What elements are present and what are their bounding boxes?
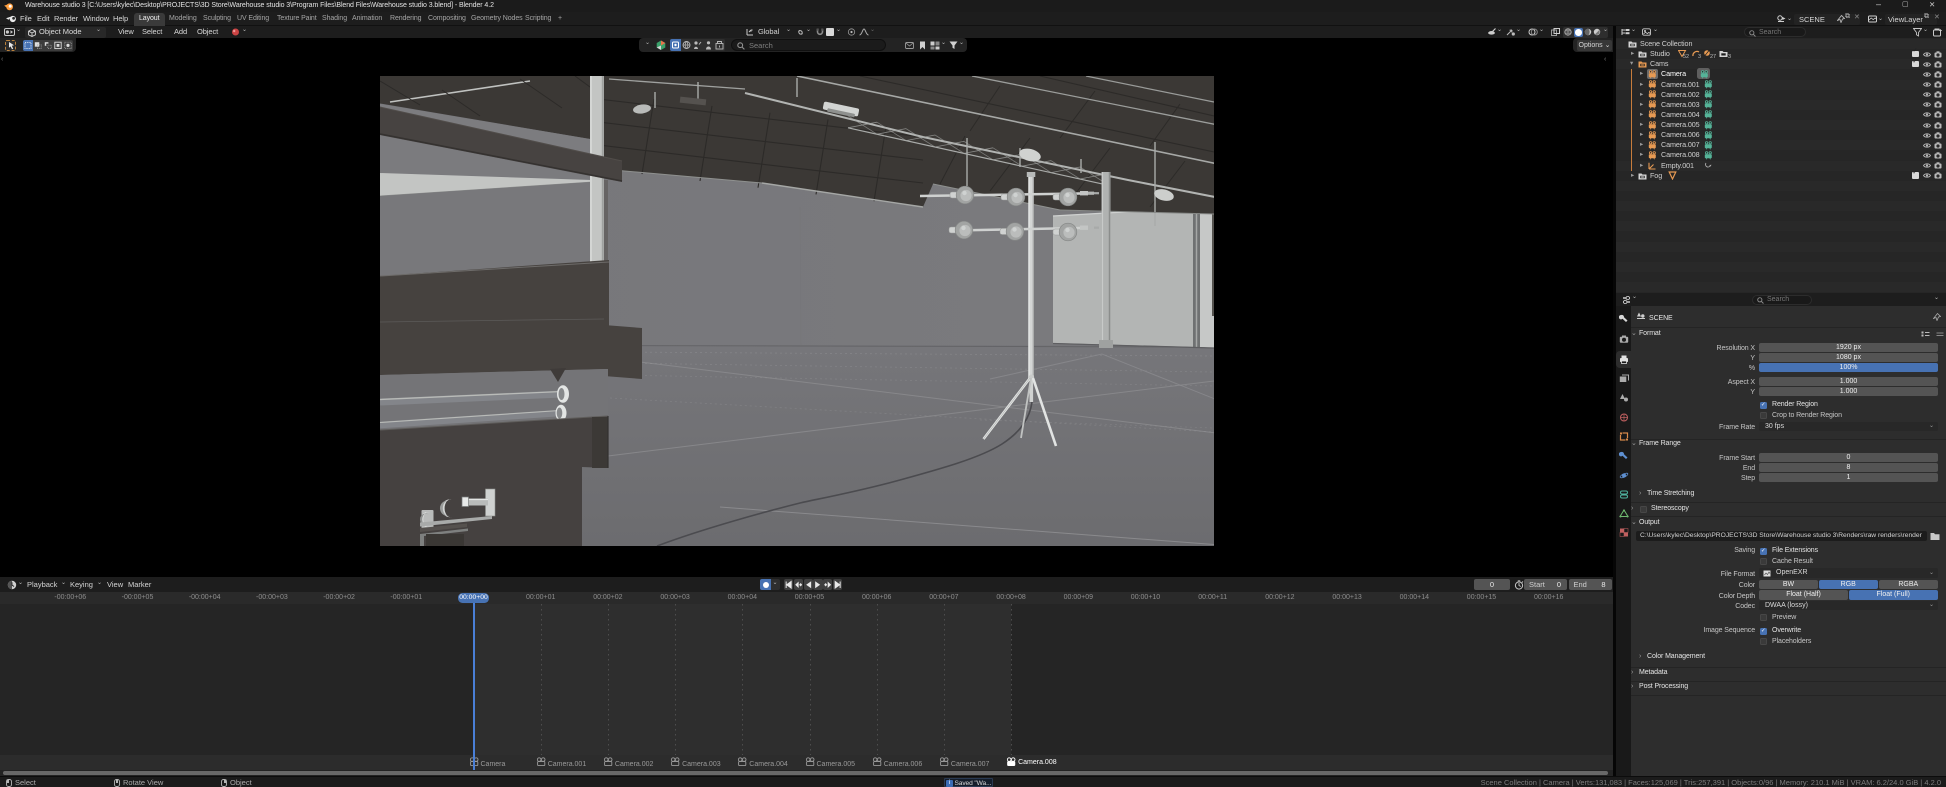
svg-text:27: 27 <box>1710 54 1716 58</box>
svg-text:3: 3 <box>1728 54 1731 58</box>
svg-text:52: 52 <box>1683 54 1689 58</box>
svg-text:3: 3 <box>1698 54 1701 58</box>
